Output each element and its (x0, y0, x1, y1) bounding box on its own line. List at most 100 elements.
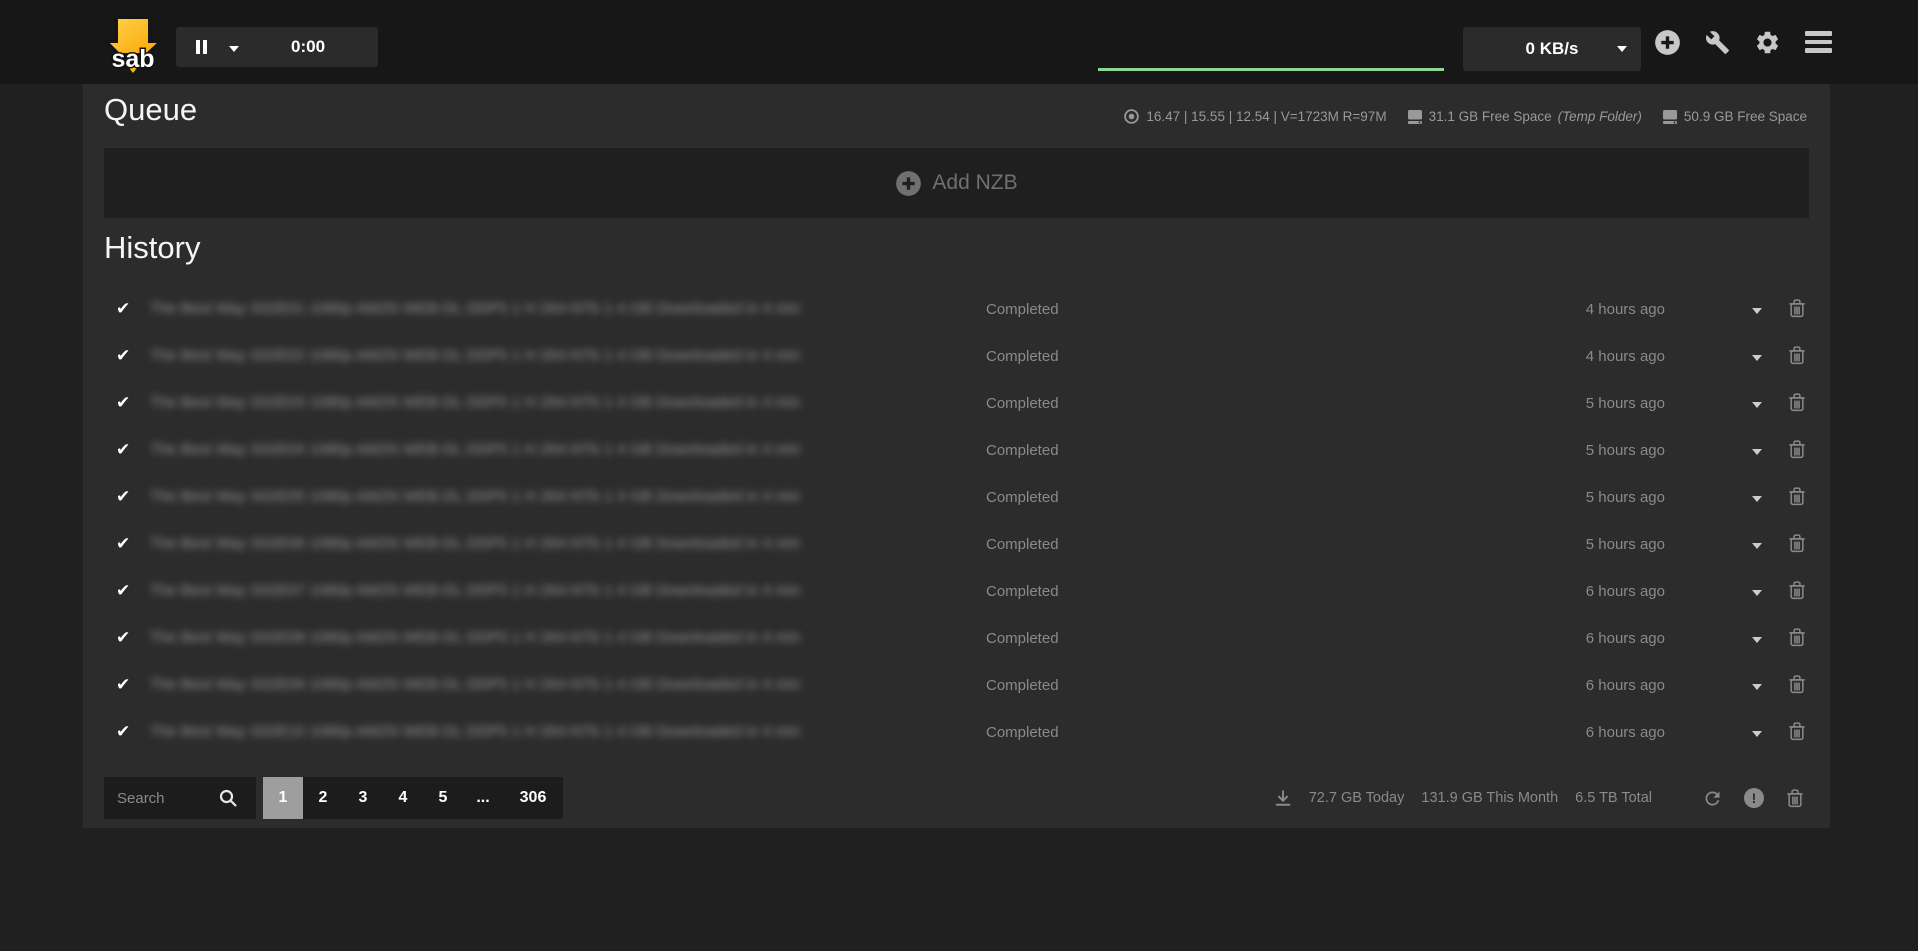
pause-button[interactable] (176, 40, 219, 54)
history-search-input[interactable] (104, 790, 216, 807)
plus-circle-icon (895, 170, 922, 197)
history-item-name: The Best Way S02E03 1080p AMZN WEB-DL DD… (150, 394, 800, 411)
disk-free-space-value: 50.9 GB Free Space (1684, 109, 1807, 124)
hard-drive-icon (1407, 109, 1423, 125)
history-row[interactable]: ✔ The Best Way S02E09 1080p AMZN WEB-DL … (104, 663, 1809, 710)
status-wrench-button[interactable] (1703, 28, 1732, 57)
refresh-icon (1702, 788, 1723, 809)
caret-down-icon (1752, 590, 1762, 596)
history-row-actions-caret[interactable] (1742, 485, 1772, 509)
page-button-5[interactable]: 5 (423, 777, 463, 819)
history-item-time: 5 hours ago (1434, 489, 1665, 506)
page-button-3[interactable]: 3 (343, 777, 383, 819)
history-row-actions-caret[interactable] (1742, 297, 1772, 321)
add-nzb-dropzone[interactable]: Add NZB (104, 148, 1809, 218)
history-row-actions-caret[interactable] (1742, 438, 1772, 462)
history-row-delete-button[interactable] (1782, 529, 1812, 559)
history-item-time: 5 hours ago (1434, 395, 1665, 412)
history-info-button[interactable]: ! (1742, 786, 1766, 810)
trash-icon (1787, 626, 1807, 648)
history-row-delete-button[interactable] (1782, 294, 1812, 324)
history-row-actions-caret[interactable] (1742, 532, 1772, 556)
history-item-time: 6 hours ago (1434, 583, 1665, 600)
history-row[interactable]: ✔ The Best Way S02E06 1080p AMZN WEB-DL … (104, 522, 1809, 569)
trash-icon (1787, 391, 1807, 413)
history-row-delete-button[interactable] (1782, 717, 1812, 747)
top-navbar: sab 0:00 0 KB/s (0, 0, 1918, 84)
purge-history-button[interactable] (1783, 785, 1807, 811)
sabnzbd-logo[interactable]: sab (100, 14, 168, 74)
history-row-delete-button[interactable] (1782, 576, 1812, 606)
history-item-status: Completed (986, 301, 1059, 318)
queue-progress-line (1098, 68, 1444, 71)
settings-button[interactable] (1752, 27, 1783, 58)
history-row[interactable]: ✔ The Best Way S02E08 1080p AMZN WEB-DL … (104, 616, 1809, 663)
history-pagination: 1 2 3 4 5 ... 306 (263, 777, 563, 819)
page-button-2[interactable]: 2 (303, 777, 343, 819)
history-row-actions-caret[interactable] (1742, 673, 1772, 697)
check-icon: ✔ (116, 628, 130, 648)
trash-icon (1787, 532, 1807, 554)
history-item-time: 5 hours ago (1434, 536, 1665, 553)
history-row[interactable]: ✔ The Best Way S02E03 1080p AMZN WEB-DL … (104, 381, 1809, 428)
caret-down-icon (1752, 402, 1762, 408)
check-icon: ✔ (116, 346, 130, 366)
menu-button[interactable] (1803, 29, 1834, 55)
history-row-actions-caret[interactable] (1742, 626, 1772, 650)
history-row-delete-button[interactable] (1782, 341, 1812, 371)
stat-month: 131.9 GB This Month (1421, 790, 1558, 806)
add-nzb-button[interactable] (1652, 27, 1683, 58)
history-row-delete-button[interactable] (1782, 388, 1812, 418)
page-button-last[interactable]: 306 (503, 777, 563, 819)
caret-down-icon (1752, 308, 1762, 314)
history-row-actions-caret[interactable] (1742, 391, 1772, 415)
history-row-actions-caret[interactable] (1742, 720, 1772, 744)
caret-down-icon (1752, 637, 1762, 643)
history-item-status: Completed (986, 489, 1059, 506)
history-row-delete-button[interactable] (1782, 435, 1812, 465)
history-item-time: 4 hours ago (1434, 301, 1665, 318)
trash-icon (1787, 297, 1807, 319)
history-item-status: Completed (986, 630, 1059, 647)
search-box (104, 777, 256, 819)
search-icon (218, 788, 238, 808)
hamburger-icon (1805, 31, 1832, 36)
history-row[interactable]: ✔ The Best Way S02E04 1080p AMZN WEB-DL … (104, 428, 1809, 475)
history-row-actions-caret[interactable] (1742, 344, 1772, 368)
history-row-delete-button[interactable] (1782, 623, 1812, 653)
history-row-actions-caret[interactable] (1742, 579, 1772, 603)
trash-icon (1787, 344, 1807, 366)
page-button-ellipsis[interactable]: ... (463, 777, 503, 819)
wrench-icon (1705, 30, 1730, 55)
trash-icon (1787, 485, 1807, 507)
history-row[interactable]: ✔ The Best Way S02E07 1080p AMZN WEB-DL … (104, 569, 1809, 616)
check-icon: ✔ (116, 487, 130, 507)
svg-text:sab: sab (111, 45, 154, 73)
history-item-status: Completed (986, 348, 1059, 365)
speed-dropdown[interactable]: 0 KB/s (1463, 27, 1641, 71)
history-row[interactable]: ✔ The Best Way S02E10 1080p AMZN WEB-DL … (104, 710, 1809, 757)
search-button[interactable] (218, 788, 238, 808)
queue-stats: 16.47 | 15.55 | 12.54 | V=1723M R=97M 31… (1123, 108, 1807, 125)
history-row[interactable]: ✔ The Best Way S02E01 1080p AMZN WEB-DL … (104, 287, 1809, 334)
pause-dropdown-caret[interactable] (219, 36, 249, 59)
history-row-delete-button[interactable] (1782, 670, 1812, 700)
caret-down-icon (1617, 46, 1627, 52)
history-row-delete-button[interactable] (1782, 482, 1812, 512)
history-item-name: The Best Way S02E02 1080p AMZN WEB-DL DD… (150, 347, 800, 364)
speed-stats: 16.47 | 15.55 | 12.54 | V=1723M R=97M (1123, 108, 1386, 125)
page-button-1[interactable]: 1 (263, 777, 303, 819)
history-row[interactable]: ✔ The Best Way S02E02 1080p AMZN WEB-DL … (104, 334, 1809, 381)
dot-circle-icon (1123, 108, 1140, 125)
history-item-status: Completed (986, 724, 1059, 741)
history-item-status: Completed (986, 442, 1059, 459)
main-container: Queue 16.47 | 15.55 | 12.54 | V=1723M R=… (83, 84, 1830, 828)
pause-controls: 0:00 (176, 27, 378, 67)
page-button-4[interactable]: 4 (383, 777, 423, 819)
refresh-button[interactable] (1700, 786, 1725, 811)
gear-icon (1754, 29, 1781, 56)
download-stats: 72.7 GB Today 131.9 GB This Month 6.5 TB… (1274, 777, 1807, 819)
history-row[interactable]: ✔ The Best Way S02E05 1080p AMZN WEB-DL … (104, 475, 1809, 522)
caret-down-icon (229, 46, 239, 52)
trash-icon (1787, 579, 1807, 601)
